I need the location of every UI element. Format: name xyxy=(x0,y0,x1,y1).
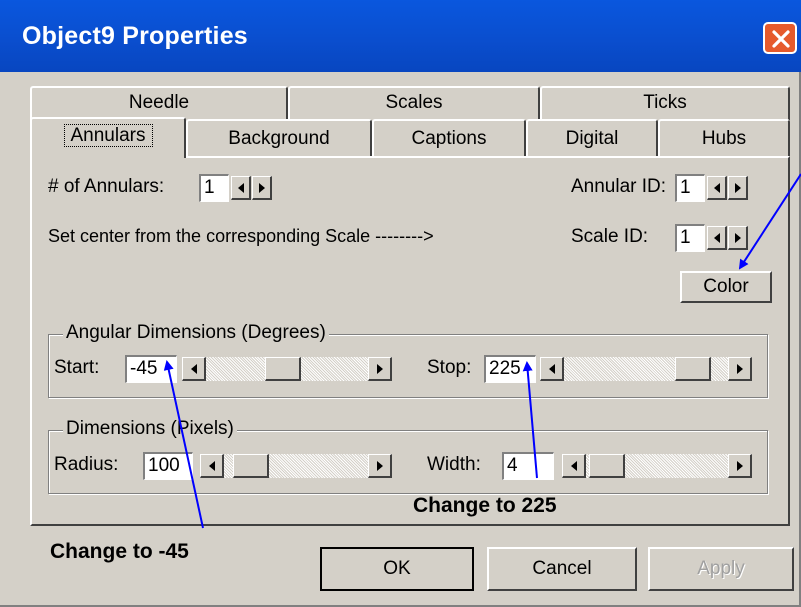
stop-label: Stop: xyxy=(427,357,472,378)
start-label: Start: xyxy=(54,357,100,378)
width-field[interactable]: 4 xyxy=(502,452,554,480)
stop-scroll-left[interactable] xyxy=(540,357,564,381)
arrow-right-icon xyxy=(734,182,741,193)
start-scroll-right[interactable] xyxy=(368,357,392,381)
tab-ticks[interactable]: Ticks xyxy=(540,86,790,120)
close-icon xyxy=(772,30,790,48)
window-title: Object9 Properties xyxy=(22,22,248,50)
close-button[interactable] xyxy=(763,22,797,54)
scale-id-label: Scale ID: xyxy=(571,226,649,247)
start-scroll-thumb[interactable] xyxy=(265,357,302,381)
tab-ticks-label: Ticks xyxy=(643,92,687,113)
tab-background-label: Background xyxy=(228,128,330,149)
scale-id-field[interactable]: 1 xyxy=(675,224,705,252)
start-change-note: Change to -45 xyxy=(50,540,189,563)
radius-scroll-left[interactable] xyxy=(200,454,224,478)
start-scroll-left[interactable] xyxy=(182,357,206,381)
center-from-scale-text: Set center from the corresponding Scale … xyxy=(48,226,434,246)
annular-id-decrement[interactable] xyxy=(707,176,727,200)
arrow-right-icon xyxy=(376,460,383,471)
arrow-left-icon xyxy=(237,182,244,193)
tab-scales-label: Scales xyxy=(385,92,443,113)
start-field[interactable]: -45 xyxy=(125,355,177,383)
tab-hubs-label: Hubs xyxy=(701,128,747,149)
arrow-left-icon xyxy=(570,460,577,471)
num-annulars-field[interactable]: 1 xyxy=(199,174,229,202)
width-scroll-right[interactable] xyxy=(728,454,752,478)
cancel-button[interactable]: Cancel xyxy=(487,547,637,591)
properties-dialog: Object9 Properties Needle Scales Ticks A… xyxy=(0,0,801,607)
stop-scrollbar[interactable] xyxy=(540,357,752,381)
radius-field[interactable]: 100 xyxy=(143,452,193,480)
stop-field[interactable]: 225 xyxy=(484,355,536,383)
arrow-right-icon xyxy=(736,363,743,374)
tab-annulars[interactable]: Annulars xyxy=(30,117,186,158)
tab-annulars-label: Annulars xyxy=(63,124,153,147)
arrow-left-icon xyxy=(190,363,197,374)
stop-scroll-thumb[interactable] xyxy=(675,357,712,381)
tab-captions[interactable]: Captions xyxy=(372,119,526,156)
ok-button[interactable]: OK xyxy=(320,547,474,591)
tab-hubs[interactable]: Hubs xyxy=(658,119,790,156)
radius-scrollbar[interactable] xyxy=(200,454,392,478)
stop-scroll-right[interactable] xyxy=(728,357,752,381)
arrow-left-icon xyxy=(548,363,555,374)
arrow-left-icon xyxy=(713,232,720,243)
num-annulars-decrement[interactable] xyxy=(231,176,251,200)
width-label: Width: xyxy=(427,454,481,475)
num-annulars-label: # of Annulars: xyxy=(48,176,165,197)
num-annulars-increment[interactable] xyxy=(252,176,272,200)
arrow-right-icon xyxy=(258,182,265,193)
scale-id-decrement[interactable] xyxy=(707,226,727,250)
arrow-right-icon xyxy=(376,363,383,374)
tab-needle-label: Needle xyxy=(128,92,190,113)
angular-dimensions-legend: Angular Dimensions (Degrees) xyxy=(63,322,329,344)
color-button[interactable]: Color xyxy=(680,271,772,303)
width-scrollbar[interactable] xyxy=(562,454,752,478)
arrow-left-icon xyxy=(713,182,720,193)
annular-id-field[interactable]: 1 xyxy=(675,174,705,202)
scale-id-increment[interactable] xyxy=(728,226,748,250)
tab-captions-label: Captions xyxy=(411,128,487,149)
tab-scales[interactable]: Scales xyxy=(288,86,540,120)
width-scroll-left[interactable] xyxy=(562,454,586,478)
radius-scroll-thumb[interactable] xyxy=(232,454,269,478)
arrow-left-icon xyxy=(208,460,215,471)
dimensions-legend: Dimensions (Pixels) xyxy=(63,418,237,440)
start-scrollbar[interactable] xyxy=(182,357,392,381)
tab-needle[interactable]: Needle xyxy=(30,86,288,120)
annular-id-label: Annular ID: xyxy=(571,176,667,197)
tab-background[interactable]: Background xyxy=(186,119,372,156)
stop-change-note: Change to 225 xyxy=(413,494,557,517)
apply-button[interactable]: Apply xyxy=(648,547,794,591)
title-bar[interactable]: Object9 Properties xyxy=(0,0,801,72)
arrow-right-icon xyxy=(736,460,743,471)
tab-digital-label: Digital xyxy=(565,128,619,149)
arrow-right-icon xyxy=(734,232,741,243)
annular-id-increment[interactable] xyxy=(728,176,748,200)
radius-label: Radius: xyxy=(54,454,119,475)
tab-digital[interactable]: Digital xyxy=(526,119,658,156)
width-scroll-thumb[interactable] xyxy=(589,454,626,478)
radius-scroll-right[interactable] xyxy=(368,454,392,478)
